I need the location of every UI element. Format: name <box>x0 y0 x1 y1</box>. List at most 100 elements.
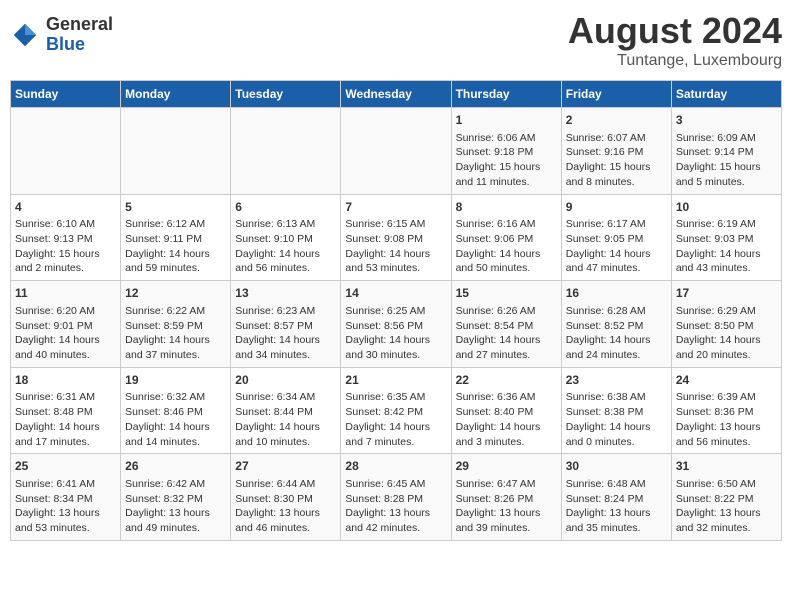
day-number: 21 <box>345 372 446 389</box>
day-number: 18 <box>15 372 116 389</box>
day-info-text: Sunset: 9:16 PM <box>566 145 667 160</box>
day-info-text: Sunset: 8:50 PM <box>676 319 777 334</box>
calendar-week-row-1: 4Sunrise: 6:10 AMSunset: 9:13 PMDaylight… <box>11 194 782 281</box>
day-info-text: and 20 minutes. <box>676 348 777 363</box>
day-info-text: Sunset: 8:30 PM <box>235 492 336 507</box>
day-info-text: Sunrise: 6:36 AM <box>456 390 557 405</box>
weekday-header-tuesday: Tuesday <box>231 81 341 108</box>
day-info-text: Sunset: 9:06 PM <box>456 232 557 247</box>
day-info-text: Sunset: 8:38 PM <box>566 405 667 420</box>
calendar-cell-1-4: 8Sunrise: 6:16 AMSunset: 9:06 PMDaylight… <box>451 194 561 281</box>
day-info-text: Sunrise: 6:44 AM <box>235 477 336 492</box>
day-info-text: Sunset: 8:26 PM <box>456 492 557 507</box>
day-info-text: Sunrise: 6:47 AM <box>456 477 557 492</box>
day-number: 10 <box>676 199 777 216</box>
day-info-text: Sunset: 8:24 PM <box>566 492 667 507</box>
day-info-text: and 3 minutes. <box>456 435 557 450</box>
day-info-text: Sunset: 9:14 PM <box>676 145 777 160</box>
day-info-text: and 53 minutes. <box>15 521 116 536</box>
day-info-text: Sunrise: 6:34 AM <box>235 390 336 405</box>
weekday-header-wednesday: Wednesday <box>341 81 451 108</box>
day-number: 4 <box>15 199 116 216</box>
day-info-text: Sunset: 9:10 PM <box>235 232 336 247</box>
day-info-text: Sunrise: 6:28 AM <box>566 304 667 319</box>
day-info-text: Sunrise: 6:26 AM <box>456 304 557 319</box>
location: Tuntange, Luxembourg <box>568 52 782 70</box>
day-info-text: Sunset: 8:32 PM <box>125 492 226 507</box>
day-info-text: and 47 minutes. <box>566 261 667 276</box>
day-info-text: and 8 minutes. <box>566 175 667 190</box>
calendar-cell-2-3: 14Sunrise: 6:25 AMSunset: 8:56 PMDayligh… <box>341 281 451 368</box>
day-info-text: and 10 minutes. <box>235 435 336 450</box>
day-info-text: Sunrise: 6:31 AM <box>15 390 116 405</box>
day-number: 17 <box>676 285 777 302</box>
day-info-text: and 7 minutes. <box>345 435 446 450</box>
logo-blue-text: Blue <box>46 35 113 55</box>
day-info-text: Sunset: 8:54 PM <box>456 319 557 334</box>
day-number: 16 <box>566 285 667 302</box>
day-info-text: Sunrise: 6:50 AM <box>676 477 777 492</box>
calendar-cell-3-0: 18Sunrise: 6:31 AMSunset: 8:48 PMDayligh… <box>11 367 121 454</box>
day-info-text: and 56 minutes. <box>676 435 777 450</box>
day-info-text: Sunset: 9:13 PM <box>15 232 116 247</box>
calendar-cell-2-4: 15Sunrise: 6:26 AMSunset: 8:54 PMDayligh… <box>451 281 561 368</box>
calendar-cell-2-2: 13Sunrise: 6:23 AMSunset: 8:57 PMDayligh… <box>231 281 341 368</box>
day-info-text: Sunrise: 6:20 AM <box>15 304 116 319</box>
day-info-text: Daylight: 14 hours <box>676 247 777 262</box>
day-number: 29 <box>456 458 557 475</box>
calendar-cell-3-1: 19Sunrise: 6:32 AMSunset: 8:46 PMDayligh… <box>121 367 231 454</box>
day-info-text: Sunset: 8:40 PM <box>456 405 557 420</box>
day-info-text: Daylight: 14 hours <box>235 247 336 262</box>
day-number: 20 <box>235 372 336 389</box>
day-info-text: Daylight: 15 hours <box>676 160 777 175</box>
day-number: 1 <box>456 112 557 129</box>
calendar-cell-1-3: 7Sunrise: 6:15 AMSunset: 9:08 PMDaylight… <box>341 194 451 281</box>
day-info-text: Sunrise: 6:07 AM <box>566 131 667 146</box>
day-info-text: Sunrise: 6:39 AM <box>676 390 777 405</box>
calendar-cell-3-3: 21Sunrise: 6:35 AMSunset: 8:42 PMDayligh… <box>341 367 451 454</box>
calendar-header: SundayMondayTuesdayWednesdayThursdayFrid… <box>11 81 782 108</box>
day-info-text: Daylight: 14 hours <box>456 247 557 262</box>
day-info-text: Sunrise: 6:15 AM <box>345 217 446 232</box>
day-info-text: Sunrise: 6:10 AM <box>15 217 116 232</box>
day-number: 13 <box>235 285 336 302</box>
day-number: 5 <box>125 199 226 216</box>
day-number: 24 <box>676 372 777 389</box>
day-info-text: Sunset: 8:34 PM <box>15 492 116 507</box>
day-info-text: Daylight: 14 hours <box>235 333 336 348</box>
calendar-cell-4-1: 26Sunrise: 6:42 AMSunset: 8:32 PMDayligh… <box>121 454 231 541</box>
calendar-cell-3-2: 20Sunrise: 6:34 AMSunset: 8:44 PMDayligh… <box>231 367 341 454</box>
day-number: 30 <box>566 458 667 475</box>
calendar-cell-4-5: 30Sunrise: 6:48 AMSunset: 8:24 PMDayligh… <box>561 454 671 541</box>
weekday-header-thursday: Thursday <box>451 81 561 108</box>
day-info-text: and 0 minutes. <box>566 435 667 450</box>
day-info-text: Sunset: 8:22 PM <box>676 492 777 507</box>
day-info-text: Daylight: 15 hours <box>15 247 116 262</box>
day-info-text: and 50 minutes. <box>456 261 557 276</box>
day-number: 28 <box>345 458 446 475</box>
day-info-text: and 11 minutes. <box>456 175 557 190</box>
day-info-text: and 35 minutes. <box>566 521 667 536</box>
day-info-text: Daylight: 13 hours <box>235 506 336 521</box>
day-info-text: Sunset: 8:48 PM <box>15 405 116 420</box>
calendar-cell-0-0 <box>11 108 121 195</box>
calendar-cell-2-5: 16Sunrise: 6:28 AMSunset: 8:52 PMDayligh… <box>561 281 671 368</box>
day-info-text: Sunrise: 6:48 AM <box>566 477 667 492</box>
day-info-text: Daylight: 14 hours <box>566 333 667 348</box>
day-info-text: Daylight: 13 hours <box>15 506 116 521</box>
calendar-cell-3-6: 24Sunrise: 6:39 AMSunset: 8:36 PMDayligh… <box>671 367 781 454</box>
day-info-text: Daylight: 14 hours <box>345 333 446 348</box>
day-number: 12 <box>125 285 226 302</box>
day-info-text: Sunrise: 6:38 AM <box>566 390 667 405</box>
calendar-body: 1Sunrise: 6:06 AMSunset: 9:18 PMDaylight… <box>11 108 782 541</box>
day-info-text: Sunrise: 6:16 AM <box>456 217 557 232</box>
calendar-week-row-2: 11Sunrise: 6:20 AMSunset: 9:01 PMDayligh… <box>11 281 782 368</box>
day-info-text: Daylight: 14 hours <box>15 420 116 435</box>
calendar-cell-2-6: 17Sunrise: 6:29 AMSunset: 8:50 PMDayligh… <box>671 281 781 368</box>
day-info-text: Daylight: 13 hours <box>676 420 777 435</box>
calendar-week-row-3: 18Sunrise: 6:31 AMSunset: 8:48 PMDayligh… <box>11 367 782 454</box>
day-info-text: Sunset: 8:57 PM <box>235 319 336 334</box>
day-info-text: Sunrise: 6:12 AM <box>125 217 226 232</box>
day-info-text: and 56 minutes. <box>235 261 336 276</box>
calendar-cell-0-3 <box>341 108 451 195</box>
